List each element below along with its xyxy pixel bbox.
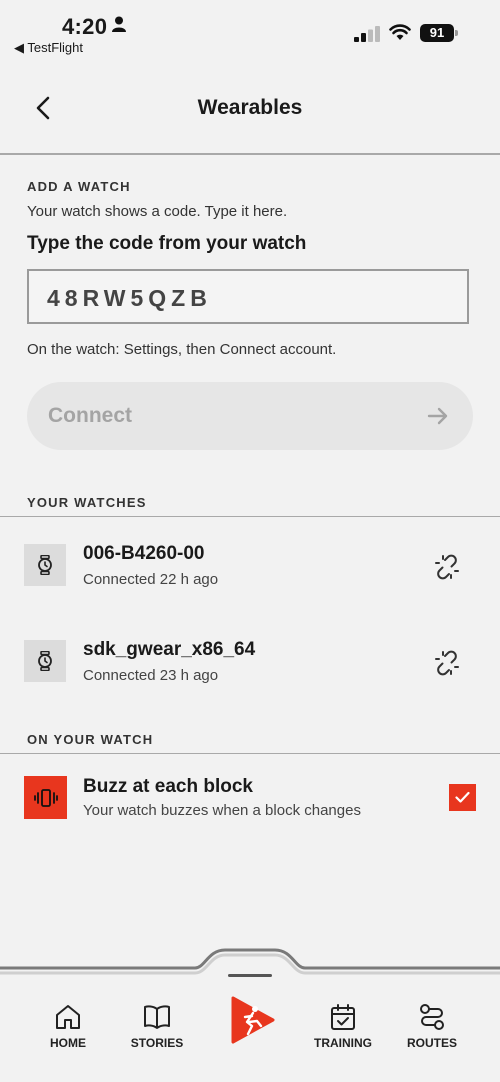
tab-label: TRAINING <box>314 1036 372 1050</box>
battery-indicator: 91 <box>420 24 454 42</box>
add-watch-hint: Your watch shows a code. Type it here. <box>27 203 288 220</box>
watch-icon <box>38 555 52 575</box>
arrow-right-icon <box>427 407 448 425</box>
watch-code-input[interactable]: 48RW5QZB <box>27 269 469 324</box>
watch-icon <box>38 651 52 671</box>
tab-label: HOME <box>50 1036 86 1050</box>
add-watch-section-label: ADD A WATCH <box>27 179 131 194</box>
connect-button[interactable]: Connect <box>27 382 473 450</box>
connect-button-label: Connect <box>48 404 132 427</box>
vibrate-icon-tile <box>24 776 67 819</box>
tab-label: STORIES <box>130 1036 184 1050</box>
your-watches-section-label: YOUR WATCHES <box>27 495 147 510</box>
tab-bar-handle <box>228 974 272 977</box>
watch-list-item: 006-B4260-00 Connected 22 h ago <box>0 540 500 596</box>
back-to-testflight-link[interactable]: ◀ TestFlight <box>14 40 83 56</box>
wifi-icon <box>389 24 411 40</box>
buzz-checkbox[interactable] <box>449 784 476 811</box>
person-icon <box>112 16 126 32</box>
watch-icon-tile <box>24 640 66 682</box>
tab-training[interactable]: TRAINING <box>298 1002 388 1054</box>
header-divider <box>0 153 500 155</box>
page-title: Wearables <box>197 96 303 119</box>
watch-code-value: 48RW5QZB <box>47 285 212 311</box>
home-icon <box>56 1005 80 1029</box>
watches-divider <box>0 516 500 517</box>
unlink-icon[interactable] <box>434 554 460 580</box>
unlink-icon[interactable] <box>434 650 460 676</box>
tab-routes[interactable]: ROUTES <box>387 1002 477 1054</box>
tab-label: ROUTES <box>406 1036 457 1050</box>
watch-name: sdk_gwear_x86_64 <box>83 639 256 660</box>
on-your-watch-section-label: ON YOUR WATCH <box>27 732 154 747</box>
watch-name: 006-B4260-00 <box>83 543 205 564</box>
watch-status: Connected 23 h ago <box>83 667 219 684</box>
book-icon <box>144 1005 170 1029</box>
buzz-setting-title: Buzz at each block <box>83 776 253 797</box>
code-help-text: On the watch: Settings, then Connect acc… <box>27 341 337 358</box>
code-heading: Type the code from your watch <box>27 233 307 254</box>
buzz-setting-description: Your watch buzzes when a block changes <box>83 802 361 819</box>
play-runner-icon[interactable] <box>231 996 275 1044</box>
watch-list-item: sdk_gwear_x86_64 Connected 23 h ago <box>0 636 500 692</box>
watch-icon-tile <box>24 544 66 586</box>
watch-status: Connected 22 h ago <box>83 571 219 588</box>
tab-stories[interactable]: STORIES <box>112 1002 202 1054</box>
vibrate-icon <box>34 789 58 807</box>
checkmark-icon <box>455 791 470 803</box>
route-icon <box>420 1004 444 1030</box>
cellular-signal-icon <box>354 26 380 42</box>
battery-tip <box>455 30 458 36</box>
status-time: 4:20 <box>62 14 108 39</box>
on-watch-divider <box>0 753 500 754</box>
tab-home[interactable]: HOME <box>23 1002 113 1054</box>
calendar-check-icon <box>331 1004 355 1030</box>
